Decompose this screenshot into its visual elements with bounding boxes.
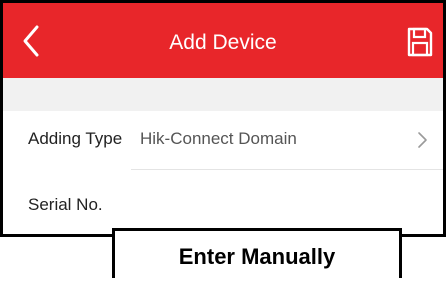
adding-type-row[interactable]: Adding Type Hik-Connect Domain [3, 111, 443, 171]
serial-number-label: Serial No. [28, 195, 103, 214]
app-screen: Add Device Adding Type Hik-Connect Domai… [0, 0, 446, 237]
header-bar: Add Device [3, 3, 443, 78]
chevron-right-icon [418, 132, 427, 148]
save-button[interactable] [405, 25, 435, 59]
page-title: Add Device [169, 31, 277, 54]
section-gap [3, 78, 443, 111]
row-divider [131, 169, 443, 170]
save-icon [407, 27, 433, 57]
adding-type-value: Hik-Connect Domain [140, 129, 297, 148]
adding-type-label: Adding Type [28, 129, 123, 148]
caption-box: Enter Manually [112, 228, 402, 278]
